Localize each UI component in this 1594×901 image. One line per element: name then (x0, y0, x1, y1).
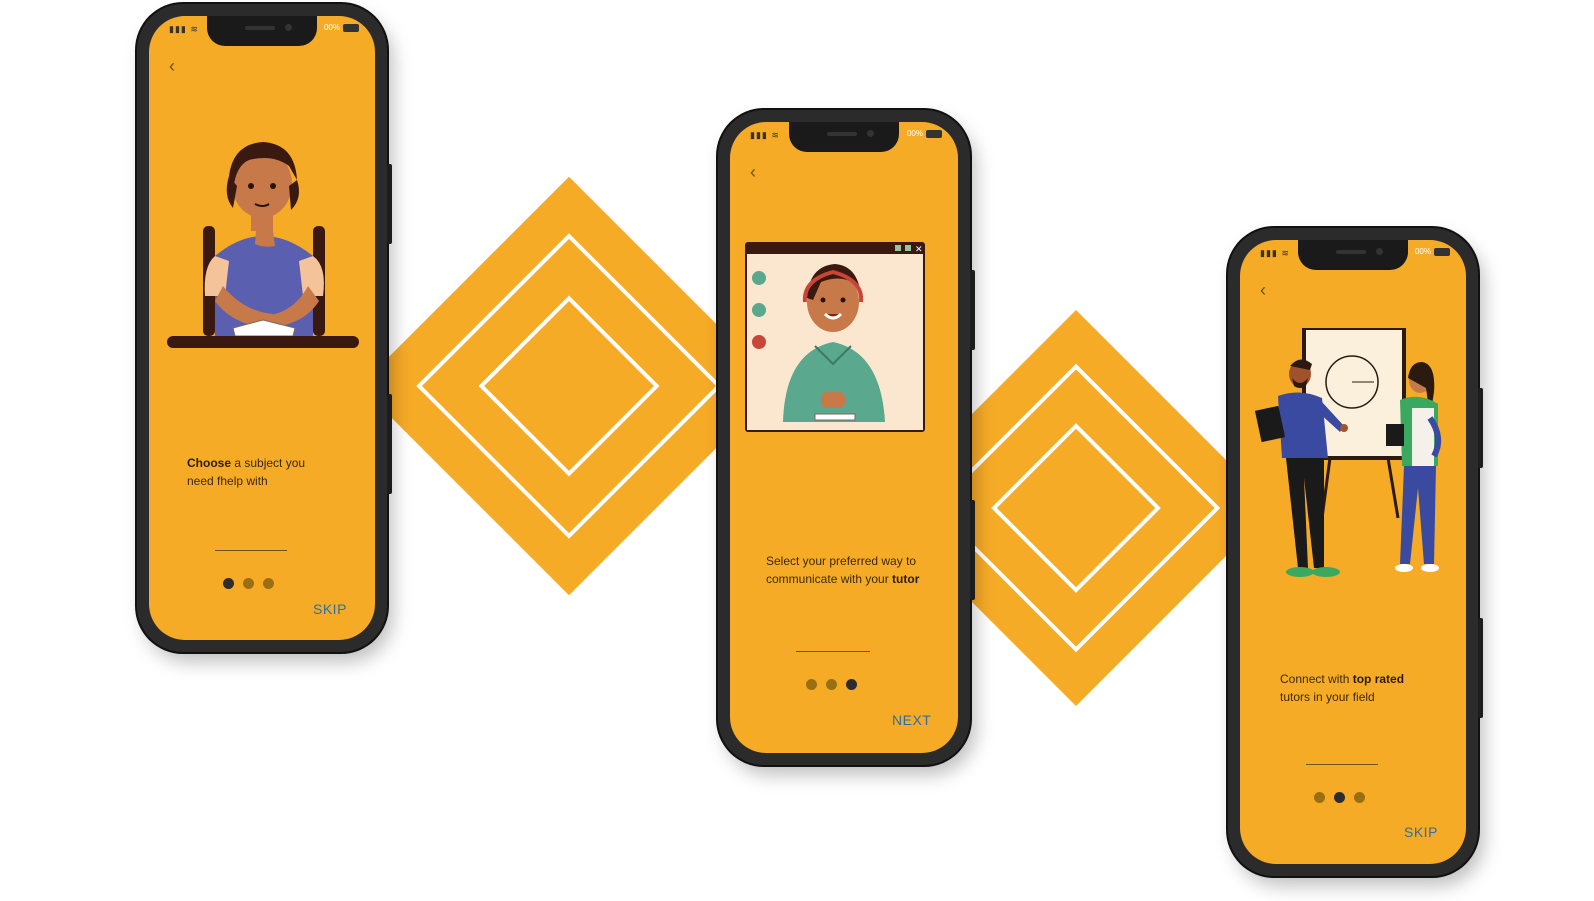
chevron-left-icon[interactable]: ‹ (169, 56, 175, 77)
svg-text:✕: ✕ (915, 245, 923, 255)
battery-status: 00% (324, 23, 359, 32)
notch (1298, 240, 1408, 270)
divider-line (215, 550, 287, 551)
battery-status: 00% (1415, 247, 1450, 256)
page-indicator (806, 679, 857, 690)
next-button[interactable]: NEXT (892, 712, 931, 728)
battery-icon (926, 129, 942, 138)
signal-wifi-icon: ▮▮▮ ≋ (169, 24, 199, 34)
onboarding-screen-3: ▮▮▮ ≋ 00% ‹ Connect with top rated tutor… (1240, 240, 1466, 864)
page-dot[interactable] (223, 578, 234, 589)
notch (207, 16, 317, 46)
caption-text: Connect with (1280, 672, 1353, 686)
decor-diamond-left (359, 176, 779, 596)
phone-mockup-2: ▮▮▮ ≋ 00% ‹ ✕ Select your preferred way … (718, 110, 975, 765)
side-button (1478, 388, 1483, 468)
side-button (387, 164, 392, 244)
video-call-illustration: ✕ (745, 242, 925, 432)
skip-button[interactable]: SKIP (1404, 824, 1438, 840)
phone-mockup-1: ▮▮▮ ≋ 00% ‹ Choose a subject you need fh… (137, 4, 392, 652)
onboarding-screen-1: ▮▮▮ ≋ 00% ‹ Choose a subject you need fh… (149, 16, 375, 640)
tutor-whiteboard-illustration (1254, 328, 1442, 577)
battery-icon (343, 23, 359, 32)
phone-mockup-3: ▮▮▮ ≋ 00% ‹ Connect with top rated tutor… (1228, 228, 1483, 876)
caption-bold: top rated (1352, 672, 1405, 686)
signal-wifi-icon: ▮▮▮ ≋ (1260, 248, 1290, 258)
caption-text: tutors in your field (1280, 690, 1375, 704)
side-button (387, 394, 392, 494)
onboarding-caption: Connect with top rated tutors in your fi… (1280, 670, 1460, 706)
battery-status: 00% (907, 129, 942, 138)
caption-bold: Choose (187, 456, 232, 470)
page-indicator (223, 578, 274, 589)
divider-line (1306, 764, 1378, 765)
signal-wifi-icon: ▮▮▮ ≋ (750, 130, 780, 140)
page-dot[interactable] (826, 679, 837, 690)
caption-text: need fhelp with (187, 474, 268, 488)
battery-percent: 00% (323, 23, 340, 32)
battery-percent: 00% (906, 129, 923, 138)
notch (789, 122, 899, 152)
chevron-left-icon[interactable]: ‹ (750, 162, 756, 183)
onboarding-caption: Choose a subject you need fhelp with (187, 454, 357, 490)
chevron-left-icon[interactable]: ‹ (1260, 280, 1266, 301)
side-button (970, 270, 975, 350)
battery-icon (1434, 247, 1450, 256)
caption-text: Select your preferred way to (766, 554, 917, 568)
girl-studying-illustration (167, 142, 359, 348)
page-dot[interactable] (806, 679, 817, 690)
skip-button[interactable]: SKIP (313, 601, 347, 617)
page-dot[interactable] (846, 679, 857, 690)
page-dot[interactable] (1354, 792, 1365, 803)
caption-text: communicate with your (766, 572, 893, 586)
page-dot[interactable] (263, 578, 274, 589)
page-dot[interactable] (243, 578, 254, 589)
page-dot[interactable] (1314, 792, 1325, 803)
battery-percent: 00% (1414, 247, 1431, 256)
onboarding-screen-2: ▮▮▮ ≋ 00% ‹ ✕ Select your preferred way … (730, 122, 958, 753)
divider-line (796, 651, 870, 652)
caption-bold: tutor (892, 572, 920, 586)
page-dot[interactable] (1334, 792, 1345, 803)
onboarding-caption: Select your preferred way to communicate… (766, 552, 956, 588)
caption-text: a subject you (231, 456, 306, 470)
page-indicator (1314, 792, 1365, 803)
side-button (970, 500, 975, 600)
side-button (1478, 618, 1483, 718)
